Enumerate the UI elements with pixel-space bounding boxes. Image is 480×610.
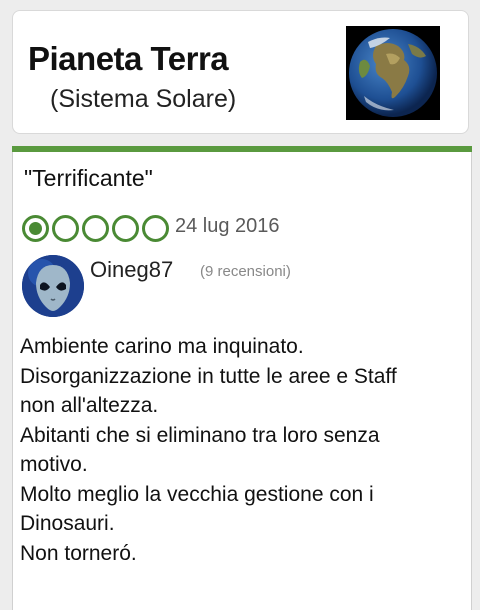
earth-photo-icon[interactable] [346,26,440,120]
review-body-line: Disorganizzazione in tutte le aree e Sta… [20,364,397,388]
review-body-line: motivo. [20,453,88,476]
review-body-line: non all'altezza. [20,394,159,417]
review-author-username[interactable]: Oineg87 [90,257,173,283]
review-body-line: Ambiente carino ma inquinato. [20,335,304,358]
review-body-line: Abitanti che si eliminano tra loro senza [20,423,380,447]
rating-bubbles [22,215,169,242]
rating-bubble-filled-icon [22,215,49,242]
review-body-line: Molto meglio la vecchia gestione con i [20,482,374,506]
rating-bubble-empty-icon [52,215,79,242]
review-title[interactable]: "Terrificante" [24,165,153,192]
review-body-line: Dinosauri. [20,512,115,535]
place-title[interactable]: Pianeta Terra [28,40,229,78]
alien-avatar-icon[interactable] [22,255,84,317]
review-date: 24 lug 2016 [175,215,280,237]
rating-bubble-empty-icon [82,215,109,242]
review-body-line: Non torneró. [20,541,137,565]
author-review-count[interactable]: (9 recensioni) [200,263,291,280]
rating-bubble-empty-icon [112,215,139,242]
rating-bubble-empty-icon [142,215,169,242]
review-body: Ambiente carino ma inquinato. Disorganiz… [20,332,470,568]
place-subtitle: (Sistema Solare) [50,85,237,113]
